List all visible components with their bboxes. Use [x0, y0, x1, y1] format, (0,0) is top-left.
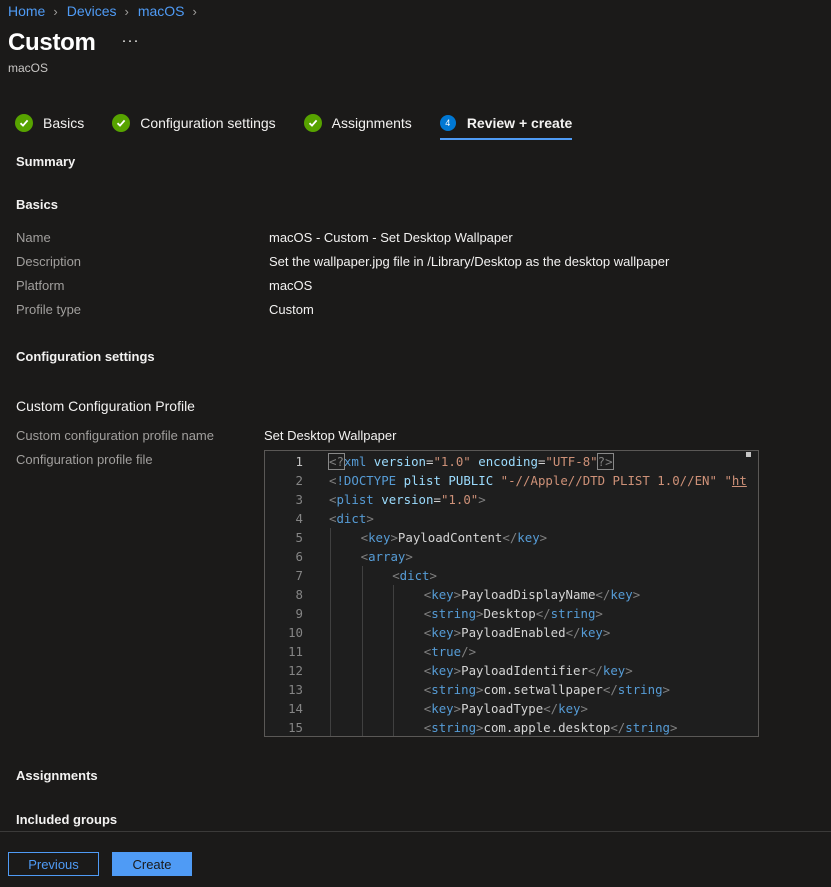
chevron-right-icon: › [124, 3, 129, 19]
indent-guide [361, 566, 363, 736]
line-number: 13 [288, 682, 303, 697]
line-number: 4 [295, 511, 303, 526]
profile-type-label: Profile type [16, 302, 82, 317]
code-line: <key>PayloadContent</key> [360, 530, 548, 545]
wizard-steps: Basics Configuration settings Assignment… [15, 112, 600, 142]
page-title: Custom [8, 29, 96, 56]
tab-review-create[interactable]: 4 Review + create [439, 112, 573, 140]
line-number: 14 [288, 701, 303, 716]
line-number: 11 [288, 644, 303, 659]
code-line: <plist version="1.0"> [329, 492, 486, 507]
line-number-gutter: 1 2 3 4 5 6 7 8 9 10 11 12 13 14 15 [265, 451, 313, 736]
previous-button[interactable]: Previous [8, 852, 99, 876]
profile-name-value: Set Desktop Wallpaper [264, 428, 397, 443]
profile-type-value: Custom [269, 302, 314, 317]
line-number: 10 [288, 625, 303, 640]
footer-bar: Previous Create [0, 831, 831, 887]
assignments-heading: Assignments [16, 768, 98, 783]
code-area[interactable]: <?xml version="1.0" encoding="UTF-8"?> <!… [328, 451, 758, 736]
summary-heading: Summary [16, 154, 76, 169]
create-button[interactable]: Create [112, 852, 192, 876]
line-number: 8 [295, 587, 303, 602]
code-line: <dict> [329, 511, 374, 526]
tab-configuration-settings[interactable]: Configuration settings [112, 112, 276, 134]
configuration-settings-heading: Configuration settings [16, 349, 155, 364]
code-line: <key>PayloadIdentifier</key> [423, 663, 633, 678]
page-subtitle: macOS [8, 61, 49, 75]
code-line: <key>PayloadEnabled</key> [423, 625, 611, 640]
line-number: 1 [295, 454, 303, 469]
description-value: Set the wallpaper.jpg file in /Library/D… [269, 254, 670, 269]
title-row: Custom ··· [8, 29, 140, 57]
code-line: <true/> [423, 644, 477, 659]
checkmark-icon [303, 114, 322, 132]
description-label: Description [16, 254, 82, 269]
code-line: <key>PayloadDisplayName</key> [423, 587, 641, 602]
included-groups-heading: Included groups [16, 812, 118, 827]
step-label: Basics [43, 115, 85, 131]
profile-name-label: Custom configuration profile name [16, 428, 214, 443]
tab-basics[interactable]: Basics [15, 112, 84, 134]
indent-guide [330, 528, 331, 736]
name-label: Name [16, 230, 51, 245]
line-number: 6 [295, 549, 303, 564]
line-number: 7 [295, 568, 303, 583]
code-line: <array> [360, 549, 413, 564]
code-line: <!DOCTYPE plist PUBLIC "-//Apple//DTD PL… [329, 473, 747, 488]
profile-file-label: Configuration profile file [16, 452, 153, 467]
code-line: <?xml version="1.0" encoding="UTF-8"?> [328, 453, 614, 470]
breadcrumb-devices-link[interactable]: Devices [67, 3, 117, 19]
code-line: <string>Desktop</string> [423, 606, 603, 621]
line-number: 15 [288, 720, 303, 735]
breadcrumb-macos-link[interactable]: macOS [138, 3, 185, 19]
breadcrumb: Home › Devices › macOS › [8, 2, 206, 20]
platform-value: macOS [269, 278, 313, 293]
more-options-button[interactable]: ··· [122, 32, 140, 49]
chevron-right-icon: › [192, 3, 197, 19]
tab-assignments[interactable]: Assignments [303, 112, 412, 134]
chevron-right-icon: › [53, 3, 58, 19]
code-line: <dict> [392, 568, 437, 583]
code-line: <key>PayloadType</key> [423, 701, 588, 716]
breadcrumb-home-link[interactable]: Home [8, 3, 45, 19]
line-number: 12 [288, 663, 303, 678]
line-number: 5 [295, 530, 303, 545]
step-label: Assignments [331, 115, 412, 131]
step-number-badge: 4 [439, 115, 456, 131]
line-number: 2 [295, 473, 303, 488]
name-value: macOS - Custom - Set Desktop Wallpaper [269, 230, 513, 245]
line-number: 9 [295, 606, 303, 621]
minimap-marker [746, 452, 751, 457]
indent-guide [393, 585, 395, 736]
checkmark-icon [112, 114, 131, 132]
code-line: <string>com.apple.desktop</string> [423, 720, 678, 735]
step-label: Configuration settings [140, 115, 276, 131]
platform-label: Platform [16, 278, 65, 293]
checkmark-icon [15, 114, 33, 132]
line-number: 3 [295, 492, 303, 507]
custom-configuration-profile-heading: Custom Configuration Profile [16, 398, 195, 414]
code-editor[interactable]: 1 2 3 4 5 6 7 8 9 10 11 12 13 14 15 <?xml version="1.0… [264, 450, 759, 737]
basics-heading: Basics [16, 197, 58, 212]
step-label: Review + create [466, 115, 573, 131]
code-line: <string>com.setwallpaper</string> [423, 682, 671, 697]
